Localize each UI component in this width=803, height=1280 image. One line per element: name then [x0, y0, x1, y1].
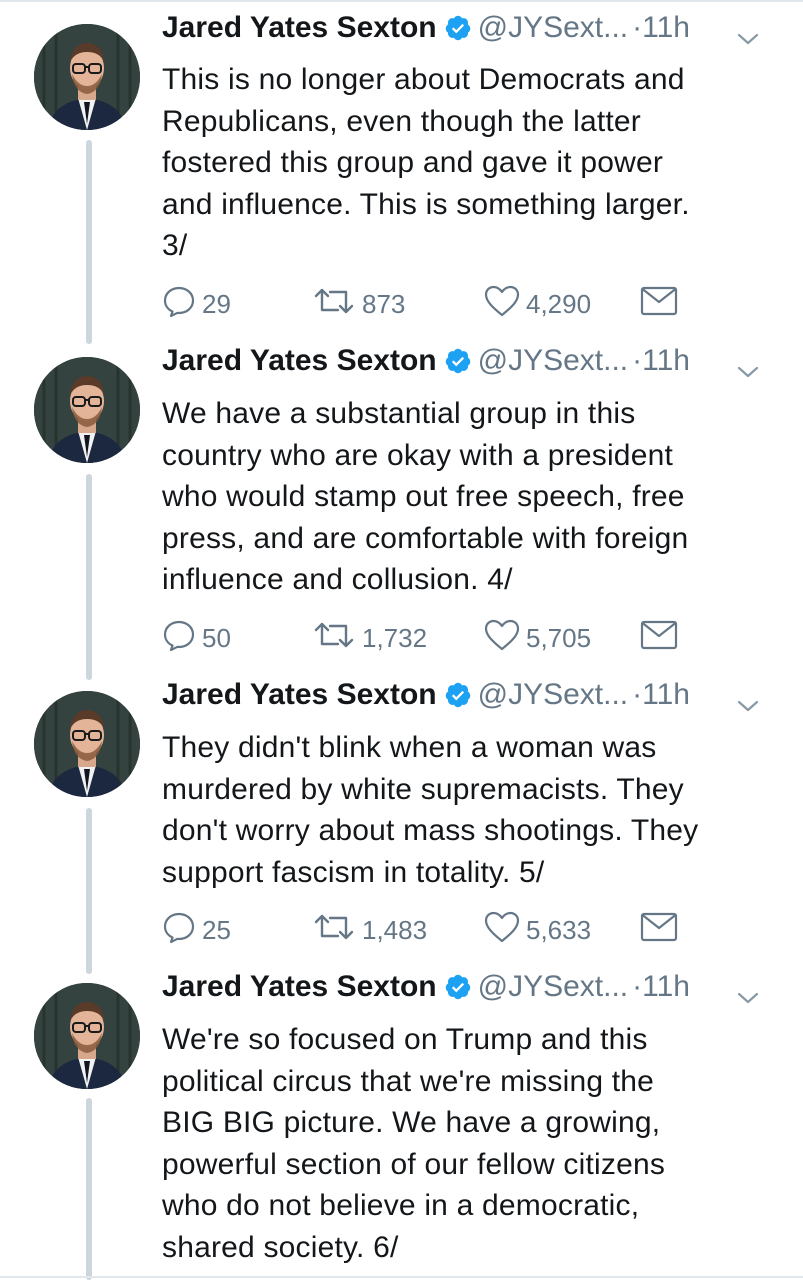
thread-line	[86, 140, 92, 344]
thread-line	[86, 474, 92, 680]
timestamp[interactable]: 11h	[642, 678, 690, 711]
tweet-text-line: fostered this group and gave it power	[162, 146, 664, 179]
author-handle[interactable]: @JYSext...	[478, 678, 629, 711]
direct-message-button[interactable]	[640, 618, 684, 658]
avatar[interactable]	[34, 357, 140, 463]
like-button[interactable]: 5,633	[484, 910, 591, 950]
like-button[interactable]: 5,705	[484, 618, 591, 658]
reply-icon	[162, 910, 202, 951]
author-name[interactable]: Jared Yates Sexton	[162, 11, 437, 44]
tweet-text-line: We have a substantial group in this	[162, 397, 636, 430]
avatar[interactable]	[34, 691, 140, 797]
timestamp[interactable]: 11h	[642, 11, 690, 44]
tweet-text-line: Republicans, even though the latter	[162, 104, 641, 138]
tweet-header: Jared Yates Sexton @JYSext... ·11h	[162, 675, 792, 715]
reply-button[interactable]: 25	[162, 910, 231, 950]
reply-icon	[162, 618, 202, 659]
chevron-down-icon[interactable]	[736, 977, 760, 1017]
mail-icon	[640, 912, 684, 949]
retweet-button[interactable]: 873	[312, 284, 405, 324]
verified-badge-icon	[444, 972, 472, 1012]
bottom-divider	[0, 1276, 803, 1278]
tweet-text: We're so focused on Trump and this politi…	[162, 1019, 665, 1268]
tweet-text-line: don't worry about mass shootings. They	[162, 814, 699, 847]
heart-icon	[484, 619, 526, 658]
tweet-actions: 50 1,732 5,705	[162, 618, 702, 658]
like-count: 5,705	[526, 622, 592, 653]
retweet-count: 873	[362, 288, 406, 319]
tweet-text-line: They didn't blink when a woman was	[162, 731, 657, 764]
author-name[interactable]: Jared Yates Sexton	[162, 678, 437, 711]
author-name[interactable]: Jared Yates Sexton	[162, 970, 437, 1003]
separator-dot: ·	[632, 344, 643, 377]
heart-icon	[484, 285, 526, 324]
verified-badge-icon	[444, 346, 472, 386]
verified-badge-icon	[444, 680, 472, 720]
separator-dot: ·	[632, 970, 643, 1003]
tweet-text-line: influence and collusion. 4/	[162, 563, 513, 596]
tweet-text-line: who do not believe in a democratic,	[162, 1189, 640, 1222]
chevron-down-icon[interactable]	[736, 351, 760, 391]
tweet-header: Jared Yates Sexton @JYSext... ·11h	[162, 967, 792, 1007]
avatar[interactable]	[34, 24, 140, 130]
reply-count: 50	[202, 622, 231, 653]
reply-count: 25	[202, 914, 231, 945]
author-handle[interactable]: @JYSext...	[478, 970, 629, 1003]
tweet-header: Jared Yates Sexton @JYSext... ·11h	[162, 341, 792, 381]
tweet-text: We have a substantial group in this count…	[162, 393, 688, 601]
chevron-down-icon[interactable]	[736, 685, 760, 725]
chevron-down-icon[interactable]	[736, 18, 760, 58]
tweet-text: They didn't blink when a woman was murder…	[162, 727, 698, 893]
tweet-text-line: murdered by white supremacists. They	[162, 772, 684, 806]
tweet-text-line: shared society. 6/	[162, 1230, 399, 1264]
author-handle[interactable]: @JYSext...	[478, 344, 629, 377]
author-handle[interactable]: @JYSext...	[478, 11, 629, 44]
retweet-count: 1,483	[362, 914, 428, 945]
timestamp[interactable]: 11h	[642, 344, 690, 377]
author-name[interactable]: Jared Yates Sexton	[162, 344, 437, 377]
tweet-text: This is no longer about Democrats and Rep…	[162, 59, 690, 267]
tweet-header: Jared Yates Sexton @JYSext... ·11h	[162, 8, 792, 48]
verified-badge-icon	[444, 13, 472, 53]
tweet-text-line: 3/	[162, 229, 188, 262]
top-divider	[0, 0, 803, 2]
retweet-button[interactable]: 1,732	[312, 618, 427, 658]
retweet-icon	[312, 286, 362, 323]
thread-line	[86, 1098, 92, 1280]
tweet-text-line: support fascism in totality. 5/	[162, 855, 545, 889]
retweet-icon	[312, 620, 362, 657]
retweet-button[interactable]: 1,483	[312, 910, 427, 950]
direct-message-button[interactable]	[640, 284, 684, 324]
tweet-text-line: press, and are comfortable with foreign	[162, 521, 689, 555]
heart-icon	[484, 911, 526, 950]
reply-button[interactable]: 50	[162, 618, 231, 658]
reply-icon	[162, 284, 202, 325]
tweet-text-line: who would stamp out free speech, free	[162, 480, 685, 513]
like-count: 4,290	[526, 288, 592, 319]
like-button[interactable]: 4,290	[484, 284, 591, 324]
separator-dot: ·	[632, 11, 643, 44]
tweet-text-line: This is no longer about Democrats and	[162, 63, 685, 96]
tweet-text-line: political circus that we're missing the	[162, 1064, 655, 1098]
mail-icon	[640, 286, 684, 323]
like-count: 5,633	[526, 914, 592, 945]
mail-icon	[640, 620, 684, 657]
tweet-actions: 29 873 4,290	[162, 284, 702, 324]
tweet-text-line: powerful section of our fellow citizens	[162, 1147, 666, 1181]
separator-dot: ·	[632, 678, 643, 711]
tweet-text-line: We're so focused on Trump and this	[162, 1023, 648, 1056]
retweet-count: 1,732	[362, 622, 428, 653]
timestamp[interactable]: 11h	[642, 970, 690, 1003]
retweet-icon	[312, 912, 362, 949]
avatar[interactable]	[34, 983, 140, 1089]
reply-count: 29	[202, 288, 231, 319]
tweet-text-line: BIG BIG picture. We have a growing,	[162, 1106, 661, 1139]
thread-line	[86, 808, 92, 974]
tweet-text-line: and influence. This is something larger.	[162, 187, 690, 221]
direct-message-button[interactable]	[640, 910, 684, 950]
tweet-actions: 25 1,483 5,633	[162, 910, 702, 950]
reply-button[interactable]: 29	[162, 284, 231, 324]
tweet-text-line: country who are okay with a president	[162, 438, 673, 472]
